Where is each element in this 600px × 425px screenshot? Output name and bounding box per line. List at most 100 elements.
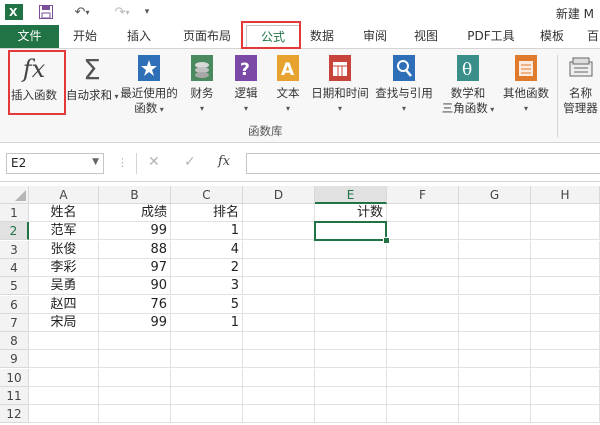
cell-h8[interactable] <box>531 332 600 351</box>
customize-quick-access-icon[interactable]: ▾ <box>141 3 153 21</box>
formula-input[interactable] <box>246 153 600 174</box>
column-header-b[interactable]: B <box>99 186 171 204</box>
cell-g10[interactable] <box>459 368 531 387</box>
tab-pdf-tools[interactable]: PDF工具 <box>462 25 520 48</box>
cell-g11[interactable] <box>459 387 531 405</box>
cell-f1[interactable] <box>387 204 459 222</box>
cell-c5[interactable]: 3 <box>171 277 243 296</box>
logical-button[interactable]: ? 逻辑 ▾ <box>228 53 264 123</box>
recently-used-button[interactable]: 最近使用的 函数 ▾ <box>118 53 180 123</box>
cell-b3[interactable]: 88 <box>99 240 171 259</box>
cell-g4[interactable] <box>459 258 531 277</box>
cell-h12[interactable] <box>531 405 600 424</box>
row-header-12[interactable]: 12 <box>0 405 29 424</box>
cell-h9[interactable] <box>531 350 600 369</box>
tab-data[interactable]: 数据 <box>306 25 338 48</box>
cell-e12[interactable] <box>315 405 387 424</box>
cell-a7[interactable]: 宋局 <box>29 313 99 332</box>
cell-f11[interactable] <box>387 387 459 405</box>
redo-icon[interactable]: ↷ ▾ <box>106 3 138 21</box>
row-header-1[interactable]: 1 <box>0 204 29 222</box>
name-box-dropdown-icon[interactable]: ▼ <box>92 157 99 167</box>
cell-d11[interactable] <box>243 387 315 405</box>
worksheet-grid[interactable]: A B C D E F G H 1 姓名 成绩 排名 计数 2 范军 99 1 3 张俊 88 4 4 李彩… <box>0 186 600 425</box>
cell-b9[interactable] <box>99 350 171 369</box>
cell-f6[interactable] <box>387 295 459 314</box>
cell-b12[interactable] <box>99 405 171 424</box>
cell-g7[interactable] <box>459 313 531 332</box>
cell-b7[interactable]: 99 <box>99 313 171 332</box>
cell-d12[interactable] <box>243 405 315 424</box>
tab-review[interactable]: 审阅 <box>359 25 391 48</box>
text-button[interactable]: A 文本 ▾ <box>270 53 306 123</box>
column-header-a[interactable]: A <box>29 186 99 204</box>
lookup-reference-button[interactable]: 查找与引用 ▾ <box>373 53 435 123</box>
cell-g6[interactable] <box>459 295 531 314</box>
cell-d9[interactable] <box>243 350 315 369</box>
cell-e10[interactable] <box>315 368 387 387</box>
cell-c3[interactable]: 4 <box>171 240 243 259</box>
cell-b4[interactable]: 97 <box>99 258 171 277</box>
cell-f8[interactable] <box>387 332 459 351</box>
cell-h6[interactable] <box>531 295 600 314</box>
cell-h11[interactable] <box>531 387 600 405</box>
cell-d8[interactable] <box>243 332 315 351</box>
math-trig-button[interactable]: θ 数学和 三角函数 ▾ <box>437 53 499 123</box>
cell-g2[interactable] <box>459 222 531 241</box>
fill-handle[interactable] <box>383 236 390 244</box>
cell-a9[interactable] <box>29 350 99 369</box>
cell-e3[interactable] <box>315 240 387 259</box>
date-time-button[interactable]: 日期和时间 ▾ <box>308 53 372 123</box>
tab-home[interactable]: 开始 <box>65 25 105 48</box>
name-manager-button[interactable]: 名称 管理器 <box>561 53 600 123</box>
column-header-f[interactable]: F <box>387 186 459 204</box>
cell-c11[interactable] <box>171 387 243 405</box>
cell-g12[interactable] <box>459 405 531 424</box>
cell-a6[interactable]: 赵四 <box>29 295 99 314</box>
cell-g8[interactable] <box>459 332 531 351</box>
cell-b5[interactable]: 90 <box>99 277 171 296</box>
cell-f2[interactable] <box>387 222 459 241</box>
row-header-3[interactable]: 3 <box>0 240 29 259</box>
cell-c10[interactable] <box>171 368 243 387</box>
cell-a5[interactable]: 吴勇 <box>29 277 99 296</box>
cell-e6[interactable] <box>315 295 387 314</box>
cell-d2[interactable] <box>243 222 315 241</box>
column-header-e[interactable]: E <box>315 186 387 204</box>
cell-d7[interactable] <box>243 313 315 332</box>
autosum-button[interactable]: Σ 自动求和 ▾ <box>66 53 119 123</box>
cell-a3[interactable]: 张俊 <box>29 240 99 259</box>
cell-f3[interactable] <box>387 240 459 259</box>
cell-c4[interactable]: 2 <box>171 258 243 277</box>
name-box[interactable]: E2 ▼ <box>6 153 104 174</box>
cell-e7[interactable] <box>315 313 387 332</box>
cell-f7[interactable] <box>387 313 459 332</box>
cell-b6[interactable]: 76 <box>99 295 171 314</box>
cell-c7[interactable]: 1 <box>171 313 243 332</box>
cell-h5[interactable] <box>531 277 600 296</box>
cell-c6[interactable]: 5 <box>171 295 243 314</box>
column-header-h[interactable]: H <box>531 186 600 204</box>
cell-d1[interactable] <box>243 204 315 222</box>
cell-d3[interactable] <box>243 240 315 259</box>
row-header-6[interactable]: 6 <box>0 295 29 314</box>
cell-h3[interactable] <box>531 240 600 259</box>
cell-a4[interactable]: 李彩 <box>29 258 99 277</box>
undo-icon[interactable]: ↶ ▾ <box>66 3 98 21</box>
cell-h2[interactable] <box>531 222 600 241</box>
cell-a1[interactable]: 姓名 <box>29 204 99 222</box>
cell-a12[interactable] <box>29 405 99 424</box>
more-functions-button[interactable]: 其他函数 ▾ <box>499 53 553 123</box>
cell-b2[interactable]: 99 <box>99 222 171 241</box>
cell-c12[interactable] <box>171 405 243 424</box>
cell-f5[interactable] <box>387 277 459 296</box>
row-header-9[interactable]: 9 <box>0 350 29 369</box>
cell-d4[interactable] <box>243 258 315 277</box>
cell-c8[interactable] <box>171 332 243 351</box>
cell-f10[interactable] <box>387 368 459 387</box>
cell-g5[interactable] <box>459 277 531 296</box>
cell-h10[interactable] <box>531 368 600 387</box>
insert-function-fx-icon[interactable]: fx <box>218 154 230 169</box>
cell-a8[interactable] <box>29 332 99 351</box>
cell-e1[interactable]: 计数 <box>315 204 387 222</box>
